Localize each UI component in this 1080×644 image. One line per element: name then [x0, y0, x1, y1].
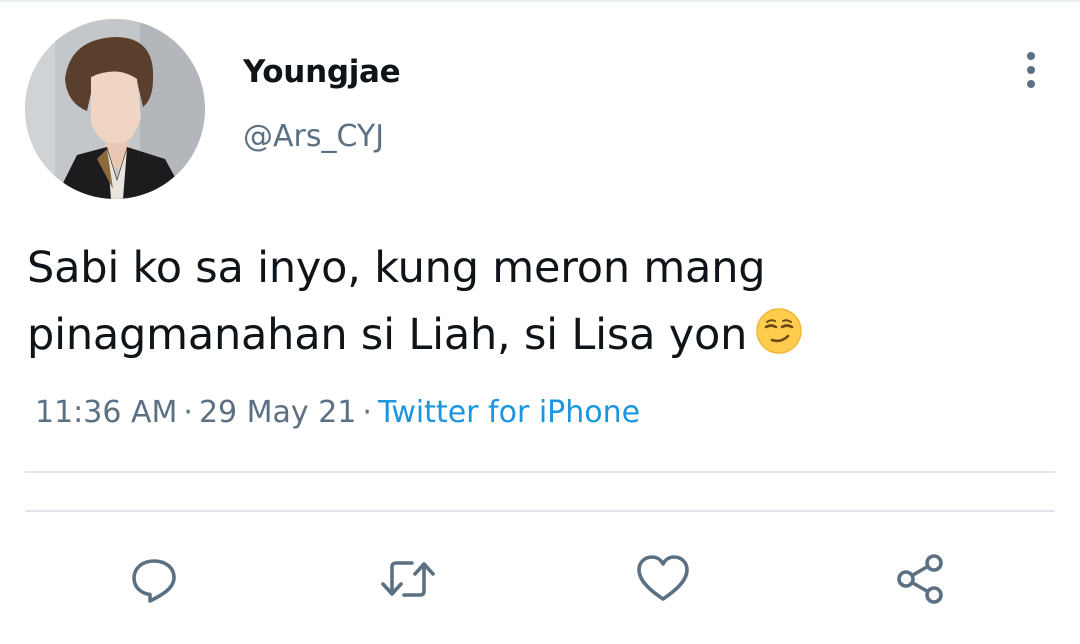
meta-separator: ·	[362, 395, 372, 430]
tweet-detail: Youngjae @Ars_CYJ Sabi ko sa inyo, kung …	[0, 0, 1080, 644]
tweet-text-line-2: pinagmanahan si Liah, si Lisa yon	[27, 302, 1047, 375]
tweet-text-line: pinagmanahan si Liah, si Lisa yon	[27, 310, 748, 360]
more-vertical-icon	[1027, 52, 1035, 88]
more-options-button[interactable]	[1016, 48, 1046, 94]
user-handle[interactable]: @Ars_CYJ	[243, 119, 384, 154]
like-button[interactable]	[633, 549, 693, 609]
tweet-date[interactable]: 29 May 21	[199, 395, 356, 430]
tweet-text: Sabi ko sa inyo, kung meron mang pinagma…	[27, 235, 1047, 375]
tweet-source-link[interactable]: Twitter for iPhone	[378, 395, 640, 430]
share-icon	[897, 554, 943, 604]
tweet-text-line: Sabi ko sa inyo, kung meron mang	[27, 243, 766, 293]
tweet-meta: 11:36 AM · 29 May 21 · Twitter for iPhone	[35, 395, 640, 430]
reply-button[interactable]	[124, 549, 184, 609]
divider	[25, 510, 1055, 512]
smirking-face-emoji-icon	[755, 307, 803, 375]
retweet-icon	[381, 561, 435, 597]
avatar[interactable]	[25, 19, 205, 199]
tweet-time[interactable]: 11:36 AM	[35, 395, 177, 430]
heart-icon	[637, 555, 689, 601]
divider	[25, 471, 1055, 473]
share-button[interactable]	[890, 549, 950, 609]
display-name[interactable]: Youngjae	[243, 54, 401, 90]
meta-separator: ·	[183, 395, 193, 430]
reply-icon	[132, 559, 176, 603]
retweet-button[interactable]	[378, 549, 438, 609]
profile-photo	[25, 19, 205, 199]
